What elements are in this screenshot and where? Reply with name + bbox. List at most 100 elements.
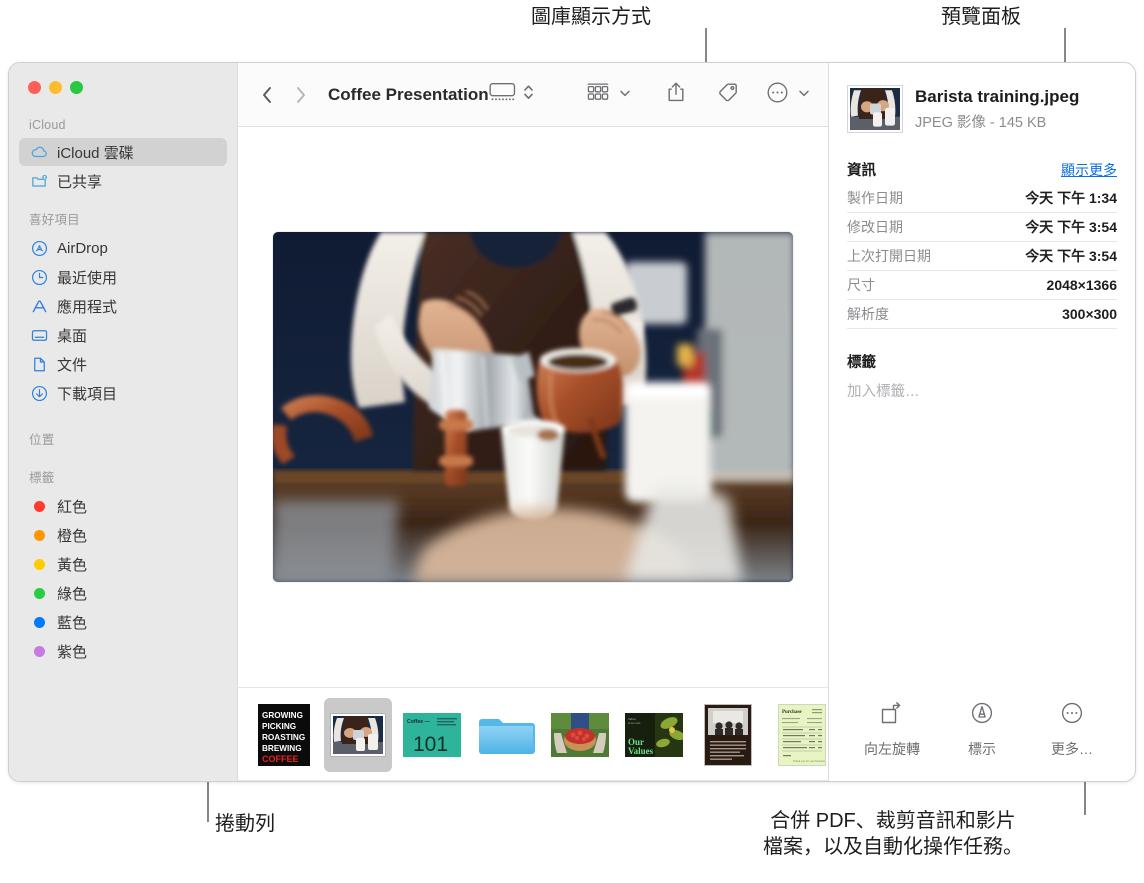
thumb-coffee-101[interactable]: Coffee — 101	[398, 698, 466, 772]
tag-dot-icon	[29, 612, 49, 632]
more-button[interactable]	[766, 81, 810, 109]
forward-button[interactable]	[292, 84, 310, 106]
preview-action-buttons: 向左旋轉 標示 更多…	[847, 701, 1117, 781]
tag-dot-icon	[29, 554, 49, 574]
add-tags-field[interactable]: 加入標籤…	[847, 380, 1117, 401]
gallery-view-button[interactable]	[489, 81, 534, 108]
back-button[interactable]	[258, 84, 276, 106]
sidebar-item-tag-orange[interactable]: 橙色	[19, 521, 227, 549]
svg-text:Values: Values	[628, 746, 654, 756]
sidebar-item-label: 已共享	[57, 173, 103, 191]
tag-button[interactable]	[715, 80, 740, 109]
sidebar-item-tag-green[interactable]: 綠色	[19, 579, 227, 607]
navigation-arrows	[238, 84, 310, 106]
sidebar-item-tag-red[interactable]: 紅色	[19, 492, 227, 520]
svg-text:Coffee —: Coffee —	[407, 719, 431, 725]
sidebar-item-label: AirDrop	[57, 239, 108, 257]
sidebar-section-icloud-label: iCloud	[29, 118, 66, 132]
sidebar-item-shared[interactable]: 已共享	[19, 167, 227, 195]
preview-info-section-header: 資訊 顯示更多	[847, 159, 1117, 180]
window-title: Coffee Presentation	[328, 84, 489, 104]
info-key: 尺寸	[847, 277, 875, 293]
sidebar-item-tag-yellow[interactable]: 黃色	[19, 550, 227, 578]
info-value: 300×300	[1062, 306, 1117, 322]
sidebar-item-label: 桌面	[57, 327, 88, 345]
downloads-icon	[29, 383, 49, 403]
info-value: 今天 下午 3:54	[1025, 248, 1117, 264]
group-by-button[interactable]	[586, 81, 631, 108]
preview-file-kind: JPEG 影像 - 145 KB	[915, 114, 1047, 131]
callout-label-scroll-bar: 捲動列	[215, 813, 275, 835]
info-key: 製作日期	[847, 190, 903, 206]
markup-button[interactable]: 標示	[940, 701, 1024, 759]
thumbnail-strip[interactable]: GROWING PICKING ROASTING BREWING COFFEE	[237, 687, 828, 781]
sidebar-item-label: 綠色	[57, 585, 88, 603]
main-content-area: Coffee Presentation GROWING PICKING ROAS…	[237, 63, 889, 781]
callout-label-gallery-view: 圖庫顯示方式	[531, 6, 651, 28]
sidebar-item-label: 藍色	[57, 614, 88, 632]
preview-info-row: 尺寸 2048×1366	[847, 271, 1117, 300]
shared-folder-icon	[29, 171, 49, 191]
tag-dot-icon	[29, 583, 49, 603]
chevron-updown-icon	[523, 82, 534, 107]
info-value: 2048×1366	[1046, 277, 1117, 293]
gallery-view	[237, 127, 828, 687]
sidebar-item-recents[interactable]: 最近使用	[19, 263, 227, 291]
thumb-our-values[interactable]: Values at our core Our Values	[620, 698, 688, 772]
thumb-coffee-poster[interactable]: GROWING PICKING ROASTING BREWING COFFEE	[250, 698, 318, 772]
thumb-berries-basket[interactable]	[546, 698, 614, 772]
thumb-folder[interactable]	[472, 698, 540, 772]
preview-info-row: 製作日期 今天 下午 1:34	[847, 184, 1117, 213]
sidebar-item-downloads[interactable]: 下載項目	[19, 379, 227, 407]
sidebar-item-applications[interactable]: 應用程式	[19, 292, 227, 320]
sidebar-item-documents[interactable]: 文件	[19, 350, 227, 378]
tag-dot-icon	[29, 641, 49, 661]
traffic-lights	[9, 81, 237, 94]
markup-pen-icon	[970, 701, 994, 730]
rotate-left-button[interactable]: 向左旋轉	[850, 701, 934, 759]
preview-info-title: 資訊	[847, 163, 876, 179]
applications-icon	[29, 296, 49, 316]
sidebar-item-label: 應用程式	[57, 298, 118, 316]
show-more-link[interactable]: 顯示更多	[1061, 160, 1117, 180]
sidebar-item-label: 紫色	[57, 643, 88, 661]
sidebar-item-label: 黃色	[57, 556, 88, 574]
gallery-view-icon	[489, 81, 516, 108]
ellipsis-circle-icon	[766, 81, 789, 109]
group-grid-icon	[586, 81, 610, 108]
preview-info-row: 上次打開日期 今天 下午 3:54	[847, 242, 1117, 271]
svg-text:ROASTING: ROASTING	[262, 733, 305, 742]
svg-text:Thank you for your business!: Thank you for your business!	[793, 759, 825, 763]
sidebar-item-desktop[interactable]: 桌面	[19, 321, 227, 349]
documents-icon	[29, 354, 49, 374]
thumb-invoice[interactable]: Purchase Thank you for your business!	[768, 698, 836, 772]
info-key: 上次打開日期	[847, 248, 931, 264]
thumb-meeting-doc[interactable]	[694, 698, 762, 772]
sidebar-item-label: 下載項目	[57, 385, 118, 403]
more-actions-button[interactable]: 更多…	[1030, 701, 1114, 759]
hero-image[interactable]	[273, 232, 793, 582]
svg-text:101: 101	[413, 733, 448, 756]
recents-clock-icon	[29, 267, 49, 287]
svg-text:Values: Values	[628, 717, 636, 721]
airdrop-icon	[29, 238, 49, 258]
sidebar-item-tag-blue[interactable]: 藍色	[19, 608, 227, 636]
toolbar: Coffee Presentation	[237, 63, 889, 127]
action-label: 更多…	[1051, 741, 1093, 757]
share-button[interactable]	[665, 80, 687, 109]
sidebar-item-tag-purple[interactable]: 紫色	[19, 637, 227, 665]
tag-dot-icon	[29, 496, 49, 516]
sidebar-item-airdrop[interactable]: AirDrop	[19, 234, 227, 262]
horizontal-scroll-bar[interactable]	[238, 780, 828, 781]
preview-info-row: 解析度 300×300	[847, 300, 1117, 329]
zoom-window-button[interactable]	[70, 81, 83, 94]
thumb-barista-training[interactable]	[324, 697, 392, 772]
minimize-window-button[interactable]	[49, 81, 62, 94]
close-window-button[interactable]	[28, 81, 41, 94]
chevron-down-icon	[619, 86, 631, 104]
preview-info-row: 修改日期 今天 下午 3:54	[847, 213, 1117, 242]
preview-file-name: Barista training.jpeg	[915, 87, 1080, 107]
sidebar-item-icloud-drive[interactable]: iCloud 雲碟	[19, 138, 227, 166]
info-key: 解析度	[847, 306, 889, 322]
preview-tags-title: 標籤	[847, 355, 876, 371]
